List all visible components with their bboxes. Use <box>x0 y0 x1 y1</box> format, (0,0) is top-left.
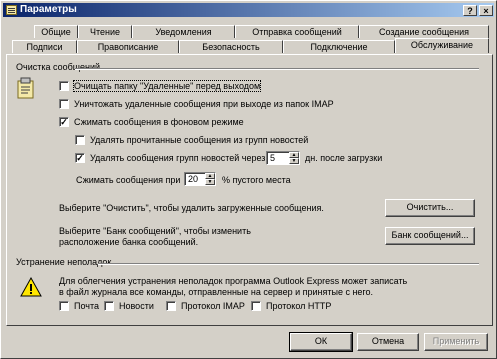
delete-news-after-checkbox[interactable]: ✓ <box>75 152 85 163</box>
troubleshooting-group-label: Устранение неполадок <box>15 257 113 267</box>
log-mail-option[interactable]: Почта <box>59 300 99 313</box>
tab-row-front: Подписи Правописание Безопасность Подклю… <box>1 38 497 53</box>
delete-news-days-value[interactable]: 5 <box>270 153 275 163</box>
compact-percent-stepper[interactable]: 20 ▲ ▼ <box>184 172 216 186</box>
tab-general[interactable]: Общие <box>34 25 78 38</box>
tab-connection[interactable]: Подключение <box>283 40 395 53</box>
tab-security[interactable]: Безопасность <box>179 40 283 53</box>
cleanup-group-label: Очистка сообщений <box>15 62 102 72</box>
purge-imap-option[interactable]: Уничтожать удаленные сообщения при выход… <box>59 98 334 111</box>
log-news-checkbox[interactable] <box>104 300 114 311</box>
log-http-checkbox[interactable] <box>251 300 261 311</box>
spin-down-icon[interactable]: ▼ <box>289 158 299 164</box>
delete-news-days-stepper[interactable]: 5 ▲ ▼ <box>266 151 300 165</box>
tab-compose[interactable]: Создание сообщения <box>359 25 489 38</box>
log-news-option[interactable]: Новости <box>104 300 154 313</box>
spin-down-icon[interactable]: ▼ <box>205 179 215 185</box>
log-imap-checkbox[interactable] <box>166 300 176 311</box>
warning-icon <box>20 277 42 297</box>
store-folder-button[interactable]: Банк сообщений... <box>385 227 475 245</box>
clean-up-button[interactable]: Очистить... <box>385 199 475 217</box>
store-description-line1: Выберите "Банк сообщений", чтобы изменит… <box>59 226 251 236</box>
troubleshooting-description-line2: в файл журнала все команды, отправленные… <box>59 287 374 297</box>
tab-maintenance[interactable]: Обслуживание <box>395 38 489 53</box>
delete-read-news-checkbox[interactable] <box>75 134 85 145</box>
ok-button[interactable]: ОК <box>289 332 353 352</box>
cleanup-divider <box>75 68 479 70</box>
apply-button[interactable]: Применить <box>424 333 488 351</box>
store-description-line2: расположение банка сообщений. <box>59 237 199 247</box>
delete-news-after-option[interactable]: ✓ Удалять сообщения групп новостей через <box>75 152 265 165</box>
compact-background-checkbox[interactable]: ✓ <box>59 116 69 127</box>
compact-background-option[interactable]: ✓ Сжимать сообщения в фоновом режиме <box>59 116 244 129</box>
troubleshooting-divider <box>98 263 479 265</box>
tab-spelling[interactable]: Правописание <box>77 40 179 53</box>
tab-receipts[interactable]: Уведомления <box>132 25 235 38</box>
help-button[interactable]: ? <box>463 5 477 16</box>
tab-read[interactable]: Чтение <box>78 25 132 38</box>
clean-up-description: Выберите "Очистить", чтобы удалить загру… <box>59 203 324 213</box>
purge-imap-checkbox[interactable] <box>59 98 69 109</box>
window-title: Параметры <box>20 4 77 15</box>
tab-row-back: Общие Чтение Уведомления Отправка сообще… <box>1 25 497 38</box>
delete-news-days-suffix: дн. после загрузки <box>305 153 383 163</box>
cancel-button[interactable]: Отмена <box>357 333 419 351</box>
log-mail-checkbox[interactable] <box>59 300 69 311</box>
close-button[interactable]: × <box>479 5 493 16</box>
tab-send[interactable]: Отправка сообщений <box>235 25 359 38</box>
empty-deleted-checkbox[interactable] <box>59 80 69 91</box>
compact-percent-suffix: % пустого места <box>222 175 291 185</box>
delete-read-news-option[interactable]: Удалять прочитанные сообщения из групп н… <box>75 134 308 147</box>
notepad-icon <box>6 5 17 15</box>
compact-at-label: Сжимать сообщения при <box>76 175 181 185</box>
options-dialog: Параметры ? × Общие Чтение Уведомления О… <box>0 0 497 359</box>
empty-deleted-option[interactable]: Очищать папку "Удаленные" перед выходом <box>59 80 262 93</box>
compact-percent-value[interactable]: 20 <box>188 174 198 184</box>
log-http-option[interactable]: Протокол HTTP <box>251 300 331 313</box>
log-imap-option[interactable]: Протокол IMAP <box>166 300 245 313</box>
title-bar: Параметры ? × <box>3 3 494 17</box>
troubleshooting-description-line1: Для облегчения устранения неполадок прог… <box>59 276 408 286</box>
tab-signatures[interactable]: Подписи <box>12 40 77 53</box>
cleanup-icon <box>17 77 34 99</box>
